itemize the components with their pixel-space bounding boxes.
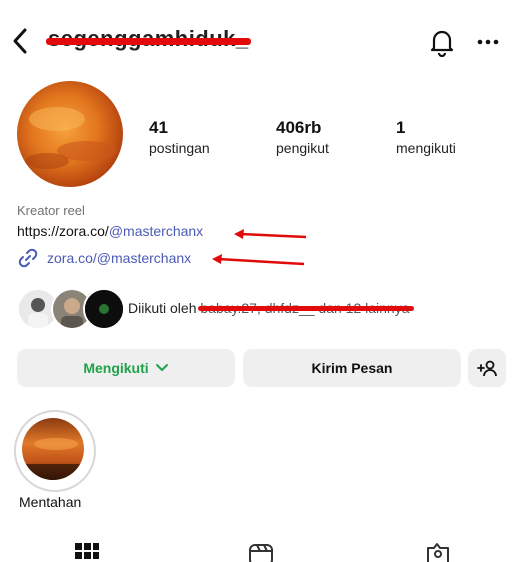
link-icon bbox=[18, 248, 38, 268]
stat-following[interactable]: 1 mengikuti bbox=[396, 118, 456, 156]
bell-icon[interactable] bbox=[428, 27, 456, 57]
stat-followers-value: 406rb bbox=[276, 118, 322, 137]
followed-by-names: babay.27, dhfdz__ dan 12 lainnya bbox=[198, 300, 414, 316]
external-link[interactable]: zora.co/@masterchanx bbox=[17, 247, 191, 269]
add-person-icon bbox=[477, 360, 497, 377]
profile-username: segenggamhiduk_ bbox=[46, 26, 251, 52]
highlight-cover bbox=[22, 418, 84, 480]
following-button[interactable]: Mengikuti bbox=[17, 349, 235, 387]
story-highlight[interactable] bbox=[14, 410, 96, 492]
redaction-strike bbox=[46, 38, 251, 45]
stat-followers-label: pengikut bbox=[276, 140, 329, 156]
back-arrow-icon[interactable] bbox=[10, 26, 32, 56]
annotation-arrow-1 bbox=[234, 229, 307, 239]
bio-link-text[interactable]: https://zora.co/@masterchanx bbox=[17, 223, 203, 239]
bio-link-prefix: https://zora.co/ bbox=[17, 223, 109, 239]
profile-category: Kreator reel bbox=[17, 203, 85, 218]
profile-avatar[interactable] bbox=[17, 81, 123, 187]
suggest-people-button[interactable] bbox=[468, 349, 506, 387]
external-link-text: zora.co/@masterchanx bbox=[47, 250, 192, 266]
more-options-icon[interactable] bbox=[476, 38, 500, 46]
redaction-strike bbox=[198, 306, 414, 311]
tagged-tab-icon[interactable] bbox=[425, 542, 451, 562]
stat-following-label: mengikuti bbox=[396, 140, 456, 156]
following-button-label: Mengikuti bbox=[83, 360, 149, 376]
mutual-avatar bbox=[83, 288, 125, 330]
reels-tab-icon[interactable] bbox=[248, 542, 274, 562]
chevron-down-icon bbox=[155, 364, 168, 371]
annotation-arrow-2 bbox=[212, 254, 305, 266]
followed-by-text[interactable]: Diikuti oleh babay.27, dhfdz__ dan 12 la… bbox=[128, 300, 414, 316]
send-message-button[interactable]: Kirim Pesan bbox=[243, 349, 461, 387]
grid-tab-icon[interactable] bbox=[74, 542, 100, 562]
stat-posts-value: 41 bbox=[149, 118, 168, 137]
stat-posts[interactable]: 41 postingan bbox=[149, 118, 210, 156]
stat-following-value: 1 bbox=[396, 118, 406, 137]
highlight-label: Mentahan bbox=[19, 494, 82, 510]
bio-mention[interactable]: @masterchanx bbox=[109, 223, 203, 239]
followed-by-prefix: Diikuti oleh bbox=[128, 300, 197, 316]
stat-followers[interactable]: 406rb pengikut bbox=[276, 118, 329, 156]
stat-posts-label: postingan bbox=[149, 140, 210, 156]
mutual-follower-avatars[interactable] bbox=[17, 288, 129, 330]
send-message-label: Kirim Pesan bbox=[311, 360, 393, 376]
